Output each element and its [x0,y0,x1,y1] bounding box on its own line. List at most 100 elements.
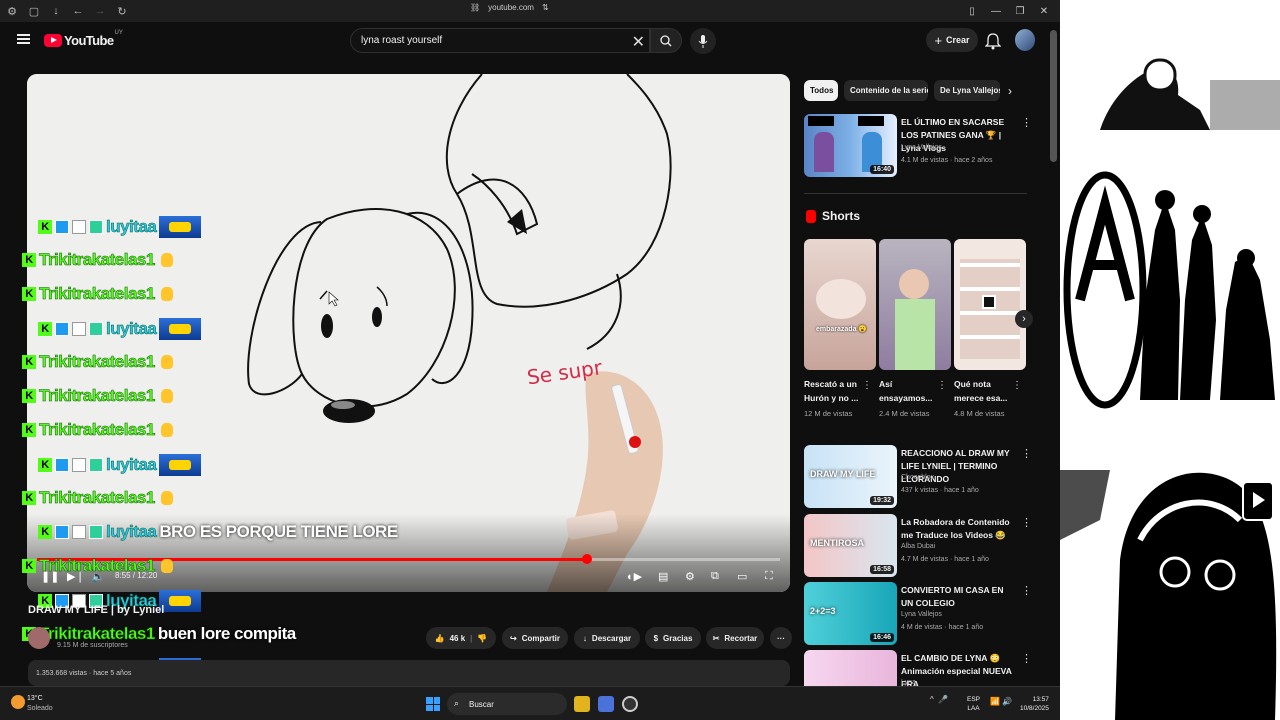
search-input[interactable]: lyna roast yourself ✕ [350,28,650,53]
thumbnail-text: MENTIROSA [810,538,864,548]
chat-emote [158,251,176,269]
clock-date: 10/8/2025 [1020,705,1049,712]
video-card-channel[interactable]: Lyna Vallejos [901,611,942,618]
browser-menu-icon[interactable]: ⚙ [2,0,22,22]
search-button[interactable] [650,28,682,53]
start-button[interactable] [426,697,440,711]
chip-label: Todos [810,86,834,95]
weather-widget[interactable]: 13°C Soleado [27,694,53,714]
close-window-button[interactable]: ✕ [1032,0,1056,22]
chat-emote [158,387,176,405]
video-thumbnail[interactable]: MENTIROSA 16:58 [804,514,897,577]
video-card-channel[interactable]: Lyna Vallejos [901,144,942,151]
video-card-menu-icon[interactable]: ⋮ [1021,116,1032,129]
weather-sun-icon[interactable] [11,695,25,709]
account-avatar[interactable] [1015,29,1035,51]
gift-badge-icon [89,525,103,539]
obs-app-icon[interactable] [622,696,638,712]
taskbar-search[interactable]: ⌕ Buscar [447,693,567,715]
recommended-video[interactable]: DRAW MY LIFE 19:32 REACCIONO AL DRAW MY LI… [804,445,1044,509]
short-title[interactable]: Qué nota merece esa... [954,377,1010,405]
video-card-menu-icon[interactable]: ⋮ [1021,447,1032,460]
youtube-logo[interactable]: YouTube UY [44,30,123,48]
kick-badge-icon: K [38,322,52,336]
panel-icon[interactable]: ▯ [960,0,984,22]
vip-badge-icon [72,322,86,336]
search-query: lyna roast yourself [361,35,443,46]
subtitles-icon[interactable]: ▤ [658,570,668,583]
kick-badge-icon: K [22,355,36,369]
voice-search-button[interactable] [690,28,716,54]
vip-badge-icon [72,458,86,472]
language-indicator[interactable]: ESP LAA [967,695,980,713]
tune-icon[interactable]: ⇅ [542,3,549,12]
download-icon[interactable]: ↓ [46,0,66,22]
settings-gear-icon[interactable]: ⚙ [685,570,695,583]
short-menu-icon[interactable]: ⋮ [862,380,872,391]
more-actions-button[interactable]: ··· [770,627,792,649]
chip-all[interactable]: Todos [804,80,838,101]
page-scrollbar[interactable] [1050,30,1057,162]
subscriber-count: 9.15 M de suscriptores [57,642,128,649]
menu-icon[interactable] [17,34,30,44]
video-card-menu-icon[interactable]: ⋮ [1021,652,1032,665]
autoplay-toggle[interactable]: ◐▶ [627,570,642,583]
chips-next-icon[interactable]: › [1008,84,1012,98]
video-card-meta: 437 k vistas · hace 1 año [901,487,979,494]
browser-app-icon[interactable] [598,696,614,712]
notifications-bell-icon[interactable] [985,32,1001,50]
video-card-menu-icon[interactable]: ⋮ [1021,584,1032,597]
clip-button[interactable]: ✂ Recortar [706,627,764,649]
theater-mode-icon[interactable]: ▭ [737,570,747,583]
chip-channel[interactable]: De Lyna Vallejos [934,80,1000,101]
video-card-title[interactable]: CONVIERTO MI CASA EN UN COLEGIO [901,584,1013,610]
download-button[interactable]: ↓ Descargar [574,627,640,649]
channel-avatar[interactable] [28,627,50,649]
recommended-video[interactable]: MENTIROSA 16:58 La Robadora de Contenido m… [804,514,1044,578]
short-title[interactable]: Así ensayamos... [879,377,935,405]
video-card-channel[interactable]: Alba Dubai [901,543,935,550]
short-thumbnail[interactable]: embarazada 😮 [804,239,876,370]
video-card-channel[interactable]: Chocoblox [901,474,934,481]
like-count[interactable]: 46 k [450,634,466,643]
video-thumbnail[interactable]: 2+2=3 16:46 [804,582,897,645]
thanks-button[interactable]: $ Gracias [645,627,701,649]
back-icon[interactable]: ← [68,0,88,22]
chat-emote [158,285,176,303]
maximize-button[interactable]: ❐ [1008,0,1032,22]
miniplayer-icon[interactable]: ⧉ [711,570,719,583]
description-box[interactable]: 1.353.668 vistas · hace 5 años [28,660,790,686]
video-card-menu-icon[interactable]: ⋮ [1021,516,1032,529]
short-menu-icon[interactable]: ⋮ [937,380,947,391]
short-menu-icon[interactable]: ⋮ [1012,380,1022,391]
recommended-video[interactable]: 2+2=3 16:46 CONVIERTO MI CASA EN UN COLEGI… [804,582,1044,646]
fullscreen-icon[interactable]: ⛶ [765,570,773,583]
short-title[interactable]: Rescató a un Hurón y no ... [804,377,860,405]
video-card-title[interactable]: La Robadora de Contenido me Traduce los … [901,516,1013,542]
short-thumbnail[interactable] [954,239,1026,370]
system-tray[interactable]: ^ 🎤 [930,695,948,704]
address-bar[interactable]: ⛓ youtube.com ⇅ [470,3,549,12]
shorts-next-icon[interactable]: › [1015,310,1033,328]
minimize-button[interactable]: — [984,0,1008,22]
like-icon[interactable]: 👍 [435,634,445,643]
network-volume-icons[interactable]: 📶 🔊 [990,697,1012,706]
dislike-icon[interactable]: 👎 [477,634,487,643]
recommended-video[interactable]: 16:40 EL ÚLTIMO EN SACARSE LOS PATINES G… [804,114,1044,178]
temperature: 13°C [27,695,43,702]
share-button[interactable]: ↪ Compartir [502,627,568,649]
short-thumbnail[interactable] [879,239,951,370]
system-clock[interactable]: 13:57 10/8/2025 [1020,695,1049,713]
reload-icon[interactable]: ↻ [112,0,132,22]
video-thumbnail[interactable]: 16:40 [804,114,897,177]
forward-icon[interactable]: → [90,0,110,22]
video-thumbnail[interactable]: DRAW MY LIFE 19:32 [804,445,897,508]
create-button[interactable]: + Crear [926,28,978,52]
clear-search-icon[interactable]: ✕ [632,32,645,52]
chat-message: K Trikitrakatelas1 [22,352,176,372]
sidebar-toggle-icon[interactable]: ▢ [24,0,44,22]
video-card-channel[interactable]: Lyna [901,679,916,686]
progress-scrubber[interactable] [581,554,592,564]
file-explorer-icon[interactable] [574,696,590,712]
chip-series[interactable]: Contenido de la serie [844,80,928,101]
